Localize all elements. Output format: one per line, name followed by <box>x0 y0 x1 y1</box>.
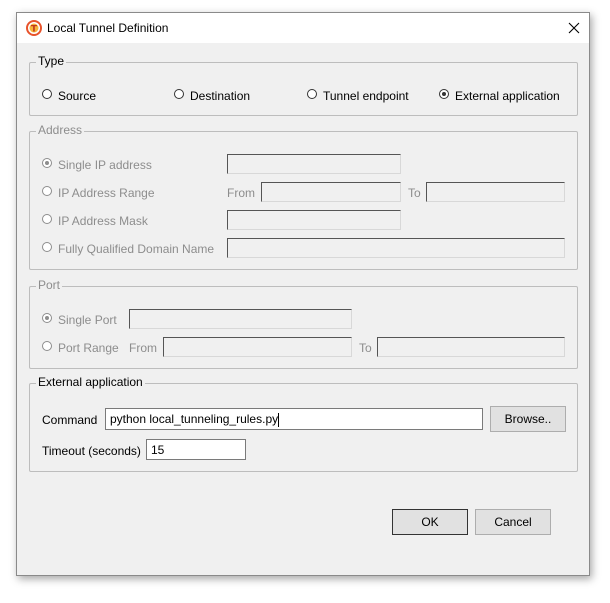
radio-ip-mask-label: IP Address Mask <box>58 214 148 228</box>
radio-ip-range-circle[interactable] <box>42 186 52 196</box>
cancel-button[interactable]: Cancel <box>475 509 551 535</box>
radio-source[interactable]: Source <box>42 89 96 103</box>
type-group-label: Type <box>36 54 67 68</box>
cancel-button-label: Cancel <box>494 515 532 529</box>
command-value: python local_tunneling_rules.py <box>110 412 279 426</box>
radio-single-port-circle[interactable] <box>42 313 52 323</box>
ip-range-from-field[interactable] <box>261 182 401 202</box>
address-group: Address Single IP address IP Address Ran… <box>29 123 578 270</box>
type-group: Type Source Destination Tunnel endpoint … <box>29 54 578 116</box>
radio-ip-mask-circle[interactable] <box>42 214 52 224</box>
port-group-label: Port <box>36 278 63 292</box>
radio-port-range-label: Port Range <box>58 341 119 355</box>
radio-fqdn-circle[interactable] <box>42 242 52 252</box>
ok-button[interactable]: OK <box>392 509 468 535</box>
address-group-label: Address <box>36 123 85 137</box>
radio-single-ip-circle[interactable] <box>42 158 52 168</box>
radio-single-port[interactable]: Single Port <box>42 313 117 327</box>
ok-button-label: OK <box>421 515 439 529</box>
radio-single-port-label: Single Port <box>58 313 117 327</box>
radio-source-circle[interactable] <box>42 89 52 99</box>
timeout-input[interactable]: 15 <box>146 439 246 460</box>
radio-tunnel-endpoint[interactable]: Tunnel endpoint <box>307 89 409 103</box>
port-range-to-label: To <box>359 341 372 355</box>
radio-destination-circle[interactable] <box>174 89 184 99</box>
ip-range-from-label: From <box>227 186 255 200</box>
ip-range-to-field[interactable] <box>426 182 565 202</box>
dialog-window: T Local Tunnel Definition Type Source De… <box>16 12 590 576</box>
radio-destination-label: Destination <box>190 89 251 103</box>
text-caret <box>278 412 280 427</box>
svg-text:T: T <box>31 25 38 35</box>
browse-button[interactable]: Browse.. <box>490 406 566 432</box>
timeout-label: Timeout (seconds) <box>42 444 141 458</box>
radio-ip-range[interactable]: IP Address Range <box>42 186 155 200</box>
external-application-group: External application Command python loca… <box>29 375 578 472</box>
radio-tunnel-endpoint-label: Tunnel endpoint <box>323 89 409 103</box>
single-port-field[interactable] <box>129 309 352 329</box>
ip-range-to-label: To <box>408 186 421 200</box>
radio-tunnel-endpoint-circle[interactable] <box>307 89 317 99</box>
radio-source-label: Source <box>58 89 97 103</box>
port-group: Port Single Port Port Range From To <box>29 278 578 369</box>
port-range-from-label: From <box>129 341 157 355</box>
radio-port-range-circle[interactable] <box>42 341 52 351</box>
fqdn-field[interactable] <box>227 238 565 258</box>
app-icon: T <box>26 20 42 36</box>
radio-ip-range-label: IP Address Range <box>58 186 155 200</box>
radio-external-application-circle[interactable] <box>439 89 449 99</box>
radio-fqdn[interactable]: Fully Qualified Domain Name <box>42 242 214 256</box>
browse-button-label: Browse.. <box>504 412 552 426</box>
radio-ip-mask[interactable]: IP Address Mask <box>42 214 148 228</box>
radio-single-ip-label: Single IP address <box>58 158 152 172</box>
radio-destination[interactable]: Destination <box>174 89 250 103</box>
port-range-to-field[interactable] <box>377 337 565 357</box>
command-label: Command <box>42 413 98 427</box>
close-button[interactable] <box>559 13 589 43</box>
radio-external-application[interactable]: External application <box>439 89 560 103</box>
external-application-group-label: External application <box>36 375 145 389</box>
radio-fqdn-label: Fully Qualified Domain Name <box>58 242 215 256</box>
radio-external-application-label: External application <box>455 89 560 103</box>
radio-port-range[interactable]: Port Range <box>42 341 119 355</box>
command-input[interactable]: python local_tunneling_rules.py <box>105 408 483 430</box>
timeout-value: 15 <box>151 443 165 457</box>
close-icon <box>568 22 580 34</box>
window-title: Local Tunnel Definition <box>47 21 169 35</box>
port-range-from-field[interactable] <box>163 337 352 357</box>
single-ip-field[interactable] <box>227 154 401 174</box>
title-bar: T Local Tunnel Definition <box>17 13 589 43</box>
radio-single-ip[interactable]: Single IP address <box>42 158 152 172</box>
ip-mask-field[interactable] <box>227 210 401 230</box>
